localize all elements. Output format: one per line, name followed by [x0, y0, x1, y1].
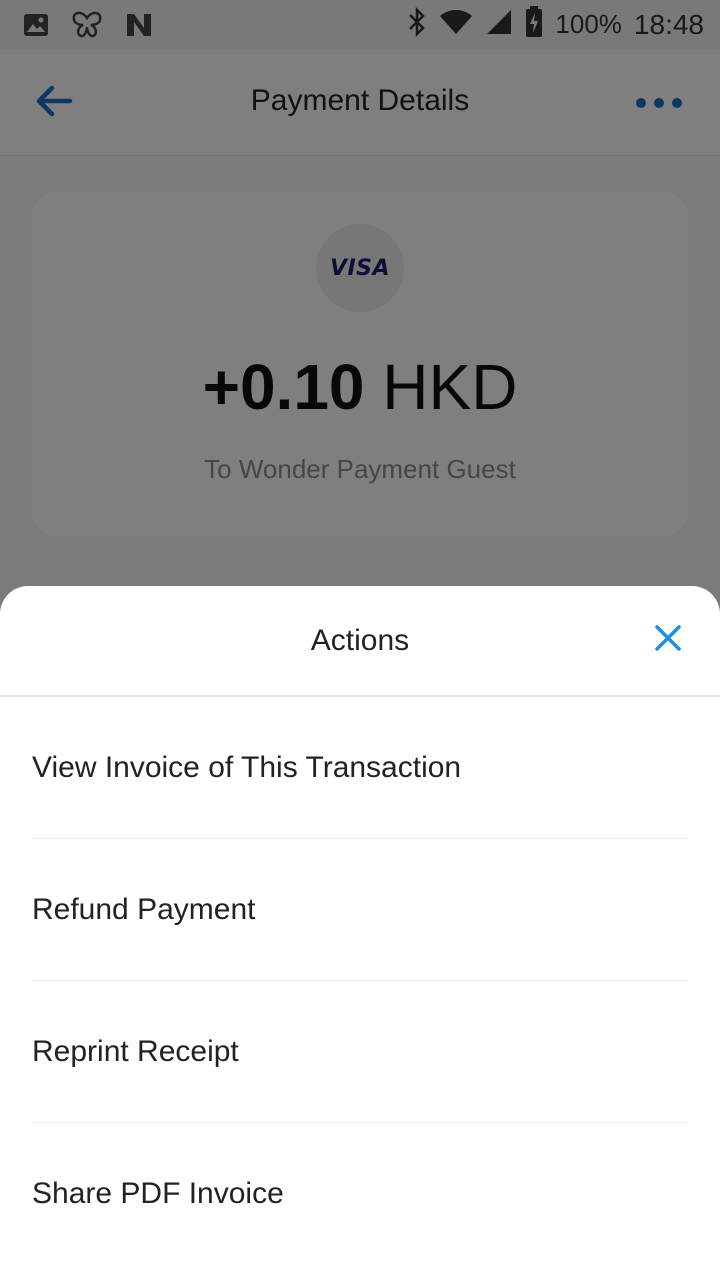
action-share-pdf-invoice[interactable]: Share PDF Invoice: [32, 1123, 688, 1265]
actions-bottom-sheet: Actions View Invoice of This Transaction…: [0, 586, 720, 1280]
action-refund-payment[interactable]: Refund Payment: [32, 839, 688, 981]
action-reprint-receipt[interactable]: Reprint Receipt: [32, 981, 688, 1123]
action-view-invoice[interactable]: View Invoice of This Transaction: [32, 697, 688, 839]
close-button[interactable]: [650, 622, 686, 658]
sheet-header: Actions: [0, 586, 720, 697]
close-icon: [654, 624, 682, 657]
actions-list: View Invoice of This Transaction Refund …: [32, 697, 688, 1265]
sheet-title: Actions: [310, 624, 410, 657]
